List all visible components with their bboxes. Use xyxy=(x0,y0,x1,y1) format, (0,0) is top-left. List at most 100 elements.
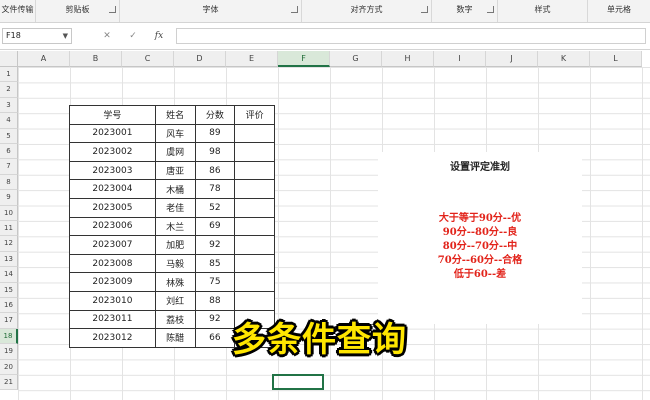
table-cell[interactable]: 2023004 xyxy=(69,179,156,199)
table-cell[interactable]: 78 xyxy=(194,179,236,199)
table-cell[interactable]: 52 xyxy=(194,197,236,218)
table-header-cell[interactable]: 评价 xyxy=(234,105,275,125)
ribbon-group-clipboard[interactable]: 剪贴板 xyxy=(36,0,120,22)
table-cell[interactable] xyxy=(234,123,275,144)
row-header-17[interactable]: 17 xyxy=(0,313,18,329)
table-cell[interactable]: 75 xyxy=(194,272,236,292)
table-cell[interactable] xyxy=(234,216,275,237)
row-header-14[interactable]: 14 xyxy=(0,267,18,283)
row-header-11[interactable]: 11 xyxy=(0,221,18,237)
table-cell[interactable]: 92 xyxy=(194,235,236,255)
formula-input[interactable] xyxy=(176,28,646,44)
table-cell[interactable] xyxy=(234,253,275,274)
row-header-4[interactable]: 4 xyxy=(0,113,18,129)
table-cell[interactable]: 马毅 xyxy=(154,253,196,274)
row-header-9[interactable]: 9 xyxy=(0,190,18,206)
row-header-1[interactable]: 1 xyxy=(0,67,18,83)
table-cell[interactable]: 唐亚 xyxy=(154,160,196,181)
dialog-launcher-icon[interactable] xyxy=(291,6,298,13)
table-cell[interactable]: 98 xyxy=(194,142,236,162)
dialog-launcher-icon[interactable] xyxy=(109,6,116,13)
table-cell[interactable]: 木桶 xyxy=(154,179,196,199)
chevron-down-icon[interactable]: ▼ xyxy=(63,29,68,43)
column-header-i[interactable]: I xyxy=(434,51,486,67)
table-cell[interactable]: 林殊 xyxy=(154,272,196,292)
insert-function-button[interactable]: fx xyxy=(150,28,168,44)
column-header-l[interactable]: L xyxy=(590,51,642,67)
row-header-15[interactable]: 15 xyxy=(0,282,18,298)
table-cell[interactable]: 2023003 xyxy=(69,160,156,181)
row-header-7[interactable]: 7 xyxy=(0,159,18,175)
select-all-corner[interactable] xyxy=(0,51,18,67)
table-cell[interactable]: 刘红 xyxy=(154,290,196,311)
table-cell[interactable]: 2023002 xyxy=(69,142,156,162)
table-cell[interactable]: 木兰 xyxy=(154,216,196,237)
table-cell[interactable]: 88 xyxy=(194,290,236,311)
table-cell[interactable] xyxy=(234,272,275,292)
column-header-f[interactable]: F xyxy=(278,51,330,67)
table-cell[interactable] xyxy=(234,197,275,218)
column-header-a[interactable]: A xyxy=(18,51,70,67)
table-cell[interactable]: 2023012 xyxy=(69,328,156,348)
table-cell[interactable]: 89 xyxy=(194,123,236,144)
table-cell[interactable] xyxy=(234,179,275,199)
row-header-20[interactable]: 20 xyxy=(0,359,18,375)
column-header-e[interactable]: E xyxy=(226,51,278,67)
column-header-k[interactable]: K xyxy=(538,51,590,67)
row-header-8[interactable]: 8 xyxy=(0,174,18,191)
column-header-g[interactable]: G xyxy=(330,51,382,67)
column-header-b[interactable]: B xyxy=(70,51,122,67)
table-cell[interactable]: 加肥 xyxy=(154,235,196,255)
table-cell[interactable]: 2023006 xyxy=(69,216,156,237)
ribbon-group-number[interactable]: 数字 xyxy=(432,0,498,22)
table-cell[interactable] xyxy=(234,160,275,181)
cancel-icon[interactable]: ✕ xyxy=(98,28,116,44)
row-header-16[interactable]: 16 xyxy=(0,298,18,314)
row-header-3[interactable]: 3 xyxy=(0,97,18,114)
table-cell[interactable]: 2023010 xyxy=(69,290,156,311)
dialog-launcher-icon[interactable] xyxy=(487,6,494,13)
table-cell[interactable]: 2023009 xyxy=(69,272,156,292)
dialog-launcher-icon[interactable] xyxy=(421,6,428,13)
column-header-d[interactable]: D xyxy=(174,51,226,67)
ribbon-group-styles[interactable]: 样式 xyxy=(498,0,588,22)
ribbon-group-file-transfer[interactable]: 文件传输 xyxy=(0,0,36,22)
table-header-cell[interactable]: 分数 xyxy=(194,105,236,125)
selected-cell[interactable] xyxy=(272,374,324,390)
ribbon-group-font[interactable]: 字体 xyxy=(120,0,302,22)
table-cell[interactable]: 69 xyxy=(194,216,236,237)
row-header-6[interactable]: 6 xyxy=(0,144,18,160)
row-header-19[interactable]: 19 xyxy=(0,344,18,360)
table-cell[interactable]: 老佳 xyxy=(154,197,196,218)
row-header-5[interactable]: 5 xyxy=(0,128,18,144)
column-header-c[interactable]: C xyxy=(122,51,174,67)
table-cell[interactable] xyxy=(234,235,275,255)
row-header-21[interactable]: 21 xyxy=(0,375,18,391)
table-cell[interactable]: 85 xyxy=(194,253,236,274)
row-header-18[interactable]: 18 xyxy=(0,328,18,345)
ribbon-group-cells[interactable]: 单元格 xyxy=(588,0,650,22)
table-header-cell[interactable]: 学号 xyxy=(69,105,156,125)
table-cell[interactable]: 2023008 xyxy=(69,253,156,274)
table-cell[interactable]: 2023005 xyxy=(69,197,156,218)
table-cell[interactable]: 风车 xyxy=(154,123,196,144)
table-cell[interactable] xyxy=(234,290,275,311)
table-cell[interactable] xyxy=(234,142,275,162)
table-cell[interactable]: 92 xyxy=(194,309,236,330)
table-cell[interactable]: 2023001 xyxy=(69,123,156,144)
row-header-10[interactable]: 10 xyxy=(0,205,18,221)
table-cell[interactable]: 陈醋 xyxy=(154,328,196,348)
table-cell[interactable]: 荔枝 xyxy=(154,309,196,330)
row-header-13[interactable]: 13 xyxy=(0,251,18,268)
column-header-h[interactable]: H xyxy=(382,51,434,67)
table-header-cell[interactable]: 姓名 xyxy=(154,105,196,125)
name-box[interactable]: F18 ▼ xyxy=(2,28,72,44)
ribbon-group-alignment[interactable]: 对齐方式 xyxy=(302,0,432,22)
table-cell[interactable]: 2023007 xyxy=(69,235,156,255)
enter-icon[interactable]: ✓ xyxy=(124,28,142,44)
table-cell[interactable]: 86 xyxy=(194,160,236,181)
table-cell[interactable]: 虞网 xyxy=(154,142,196,162)
column-header-j[interactable]: J xyxy=(486,51,538,67)
table-cell[interactable]: 2023011 xyxy=(69,309,156,330)
table-cell[interactable]: 66 xyxy=(194,328,236,348)
